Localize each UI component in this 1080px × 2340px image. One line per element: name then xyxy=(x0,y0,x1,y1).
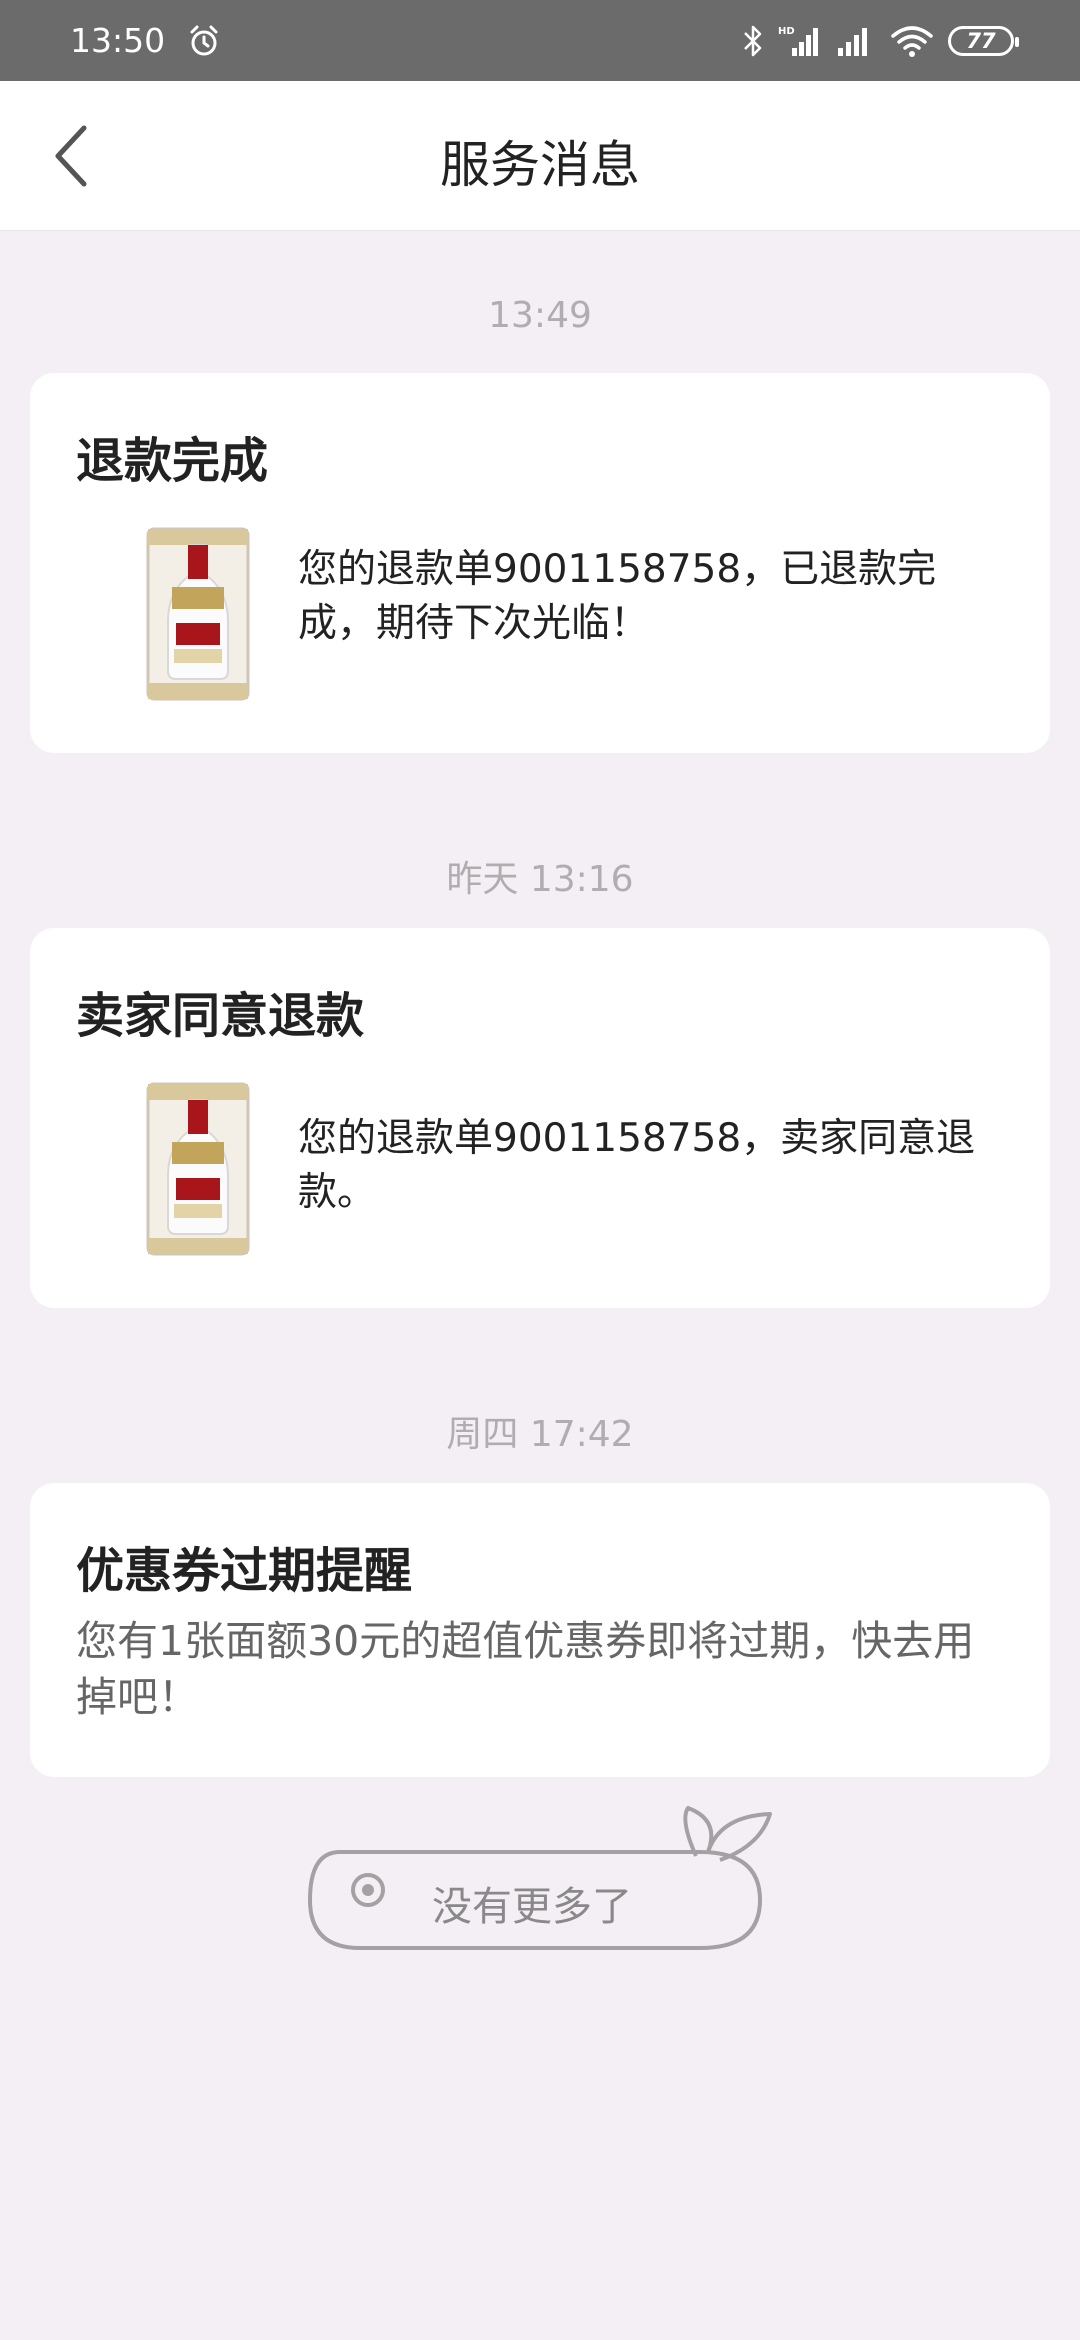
message-card-refund-complete[interactable]: 退款完成 您的退款单9001158758，已退款完成，期待下次光临！ xyxy=(30,373,1050,753)
end-of-list-text: 没有更多了 xyxy=(432,1884,632,1930)
message-card-seller-agreed-refund[interactable]: 卖家同意退款 您的退款单9001158758，卖家同意退款。 xyxy=(30,928,1050,1308)
message-body: 您的退款单9001158758，已退款完成，期待下次光临！ xyxy=(298,547,937,646)
alarm-icon xyxy=(190,25,218,55)
signal-icon xyxy=(838,27,867,56)
signal-hd-icon: HD xyxy=(778,26,818,56)
svg-text:HD: HD xyxy=(778,26,795,37)
product-thumbnail xyxy=(146,527,250,701)
message-title: 卖家同意退款 xyxy=(76,988,365,1044)
battery-level: 77 xyxy=(966,28,996,53)
message-body: 您有1张面额30元的超值优惠券即将过期，快去用掉吧！ xyxy=(76,1617,975,1721)
wifi-icon xyxy=(891,25,933,57)
message-card-coupon-expiry[interactable]: 优惠券过期提醒 您有1张面额30元的超值优惠券即将过期，快去用掉吧！ xyxy=(30,1483,1050,1777)
message-time: 周四 17:42 xyxy=(446,1414,634,1455)
message-time: 昨天 13:16 xyxy=(446,859,634,900)
bluetooth-icon xyxy=(744,25,762,56)
status-icons: HD 77 xyxy=(742,24,1019,58)
product-thumbnail xyxy=(146,1082,250,1256)
message-title: 退款完成 xyxy=(76,433,269,489)
message-body: 您的退款单9001158758，卖家同意退款。 xyxy=(298,1116,976,1215)
status-bar: 13:50 HD 77 xyxy=(0,0,1080,81)
header: 服务消息 xyxy=(0,81,1080,231)
status-time: 13:50 xyxy=(70,21,166,60)
no-more-indicator: 没有更多了 xyxy=(300,1800,780,1960)
message-title: 优惠券过期提醒 xyxy=(76,1543,413,1599)
battery-icon: 77 xyxy=(948,25,1019,56)
message-time: 13:49 xyxy=(488,295,592,336)
page-title: 服务消息 xyxy=(440,136,640,194)
